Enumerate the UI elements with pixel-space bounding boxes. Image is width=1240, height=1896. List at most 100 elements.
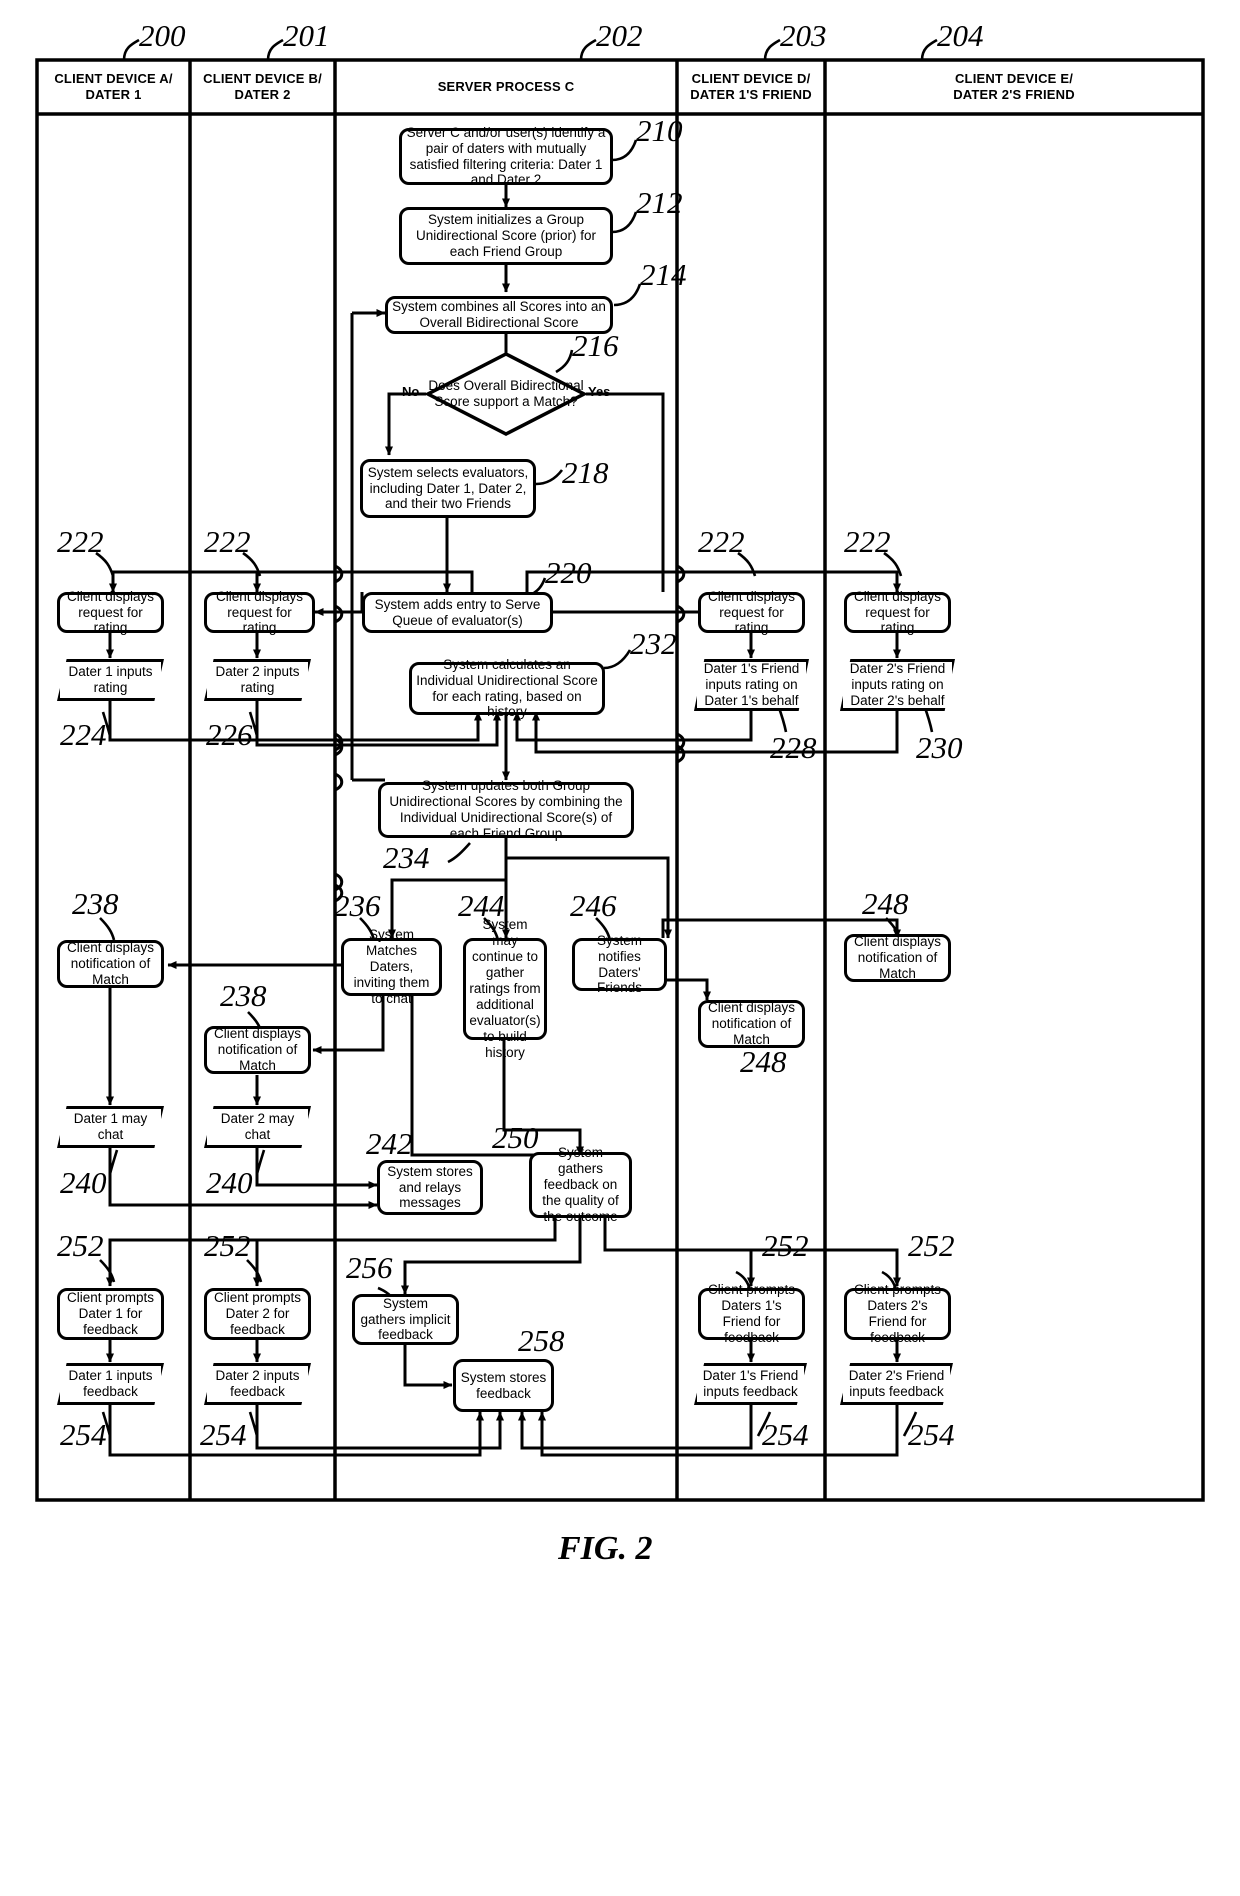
node-252-client-d-prompt-feedback: Client prompts Daters 1's Friend for fee…: [698, 1282, 805, 1345]
node-text: System stores feedback: [460, 1369, 547, 1401]
figure-caption: FIG. 2: [558, 1530, 653, 1567]
column-title: SERVER PROCESS C: [437, 78, 575, 94]
ref-240-a: 240: [60, 1165, 107, 1200]
ref-228: 228: [770, 730, 817, 765]
node-text: Client displays request for rating: [707, 588, 796, 636]
node-text: Client displays notification of Match: [853, 934, 942, 981]
ref-254-d: 254: [762, 1417, 809, 1452]
ref-242: 242: [366, 1126, 413, 1161]
node-238-client-b-match-notification: Client displays notification of Match: [204, 1026, 311, 1074]
node-text: Dater 1 may chat: [73, 1111, 148, 1142]
ref-246: 246: [570, 888, 617, 923]
node-text: Dater 1 inputs feedback: [68, 1368, 153, 1399]
node-text: System adds entry to Serve Queue of eval…: [374, 596, 541, 628]
node-text: Client prompts Daters 1's Friend for fee…: [707, 1282, 796, 1345]
ref-203: 203: [780, 18, 827, 53]
node-text: Client displays request for rating: [853, 588, 942, 636]
ref-218: 218: [562, 455, 609, 490]
ref-200: 200: [139, 18, 186, 53]
node-250-gather-feedback: System gathers feedback on the quality o…: [529, 1145, 632, 1224]
node-text: Client displays notification of Match: [66, 940, 155, 987]
ref-226: 226: [206, 717, 253, 752]
node-226-dater2-inputs-rating: Dater 2 inputs rating: [204, 659, 311, 701]
ref-252-a: 252: [57, 1228, 104, 1263]
ref-201: 201: [283, 18, 330, 53]
ref-210: 210: [636, 113, 683, 148]
node-254-dater1-inputs-feedback: Dater 1 inputs feedback: [57, 1363, 164, 1405]
node-text: System stores and relays messages: [387, 1163, 473, 1211]
node-256-implicit-feedback: System gathers implicit feedback: [352, 1294, 459, 1345]
node-text: Client displays notification of Match: [707, 1000, 796, 1047]
node-text: Dater 2 inputs rating: [215, 664, 300, 695]
column-header-server-c: SERVER PROCESS C: [335, 60, 677, 114]
ref-252-b: 252: [204, 1228, 251, 1263]
ref-222-a: 222: [57, 524, 104, 559]
node-252-client-e-prompt-feedback: Client prompts Daters 2's Friend for fee…: [844, 1282, 951, 1345]
ref-254-b: 254: [200, 1417, 247, 1452]
ref-232: 232: [630, 626, 677, 661]
node-222-client-a-request-rating: Client displays request for rating: [57, 589, 164, 635]
node-240-dater2-may-chat: Dater 2 may chat: [204, 1106, 311, 1148]
ref-252-e: 252: [908, 1228, 955, 1263]
node-text: System notifies Daters' Friends: [596, 932, 642, 996]
node-238-client-a-match-notification: Client displays notification of Match: [57, 940, 164, 988]
node-234-update-group-scores: System updates both Group Unidirectional…: [378, 778, 634, 841]
node-224-dater1-inputs-rating: Dater 1 inputs rating: [57, 659, 164, 701]
ref-216: 216: [572, 328, 619, 363]
column-title: CLIENT DEVICE B/ DATER 2: [203, 70, 322, 102]
column-title: CLIENT DEVICE A/ DATER 1: [54, 70, 173, 102]
node-text: Client prompts Dater 1 for feedback: [66, 1290, 155, 1337]
ref-250: 250: [492, 1120, 539, 1155]
node-212-initialize-group-score: System initializes a Group Unidirectiona…: [399, 207, 613, 265]
column-header-client-a: CLIENT DEVICE A/ DATER 1: [37, 60, 190, 114]
node-text: System updates both Group Unidirectional…: [389, 778, 623, 841]
ref-254-e: 254: [908, 1417, 955, 1452]
ref-230: 230: [916, 730, 963, 765]
node-text: Client prompts Dater 2 for feedback: [213, 1290, 302, 1337]
node-254-friend1-inputs-feedback: Dater 1's Friend inputs feedback: [694, 1363, 807, 1405]
node-text: Client prompts Daters 2's Friend for fee…: [853, 1282, 942, 1345]
node-text: System calculates an Individual Unidirec…: [416, 656, 598, 720]
node-text: Client displays notification of Match: [213, 1026, 302, 1073]
node-text: Client displays request for rating: [215, 588, 304, 636]
column-title: CLIENT DEVICE D/ DATER 1'S FRIEND: [690, 70, 812, 102]
node-text: Dater 2's Friend inputs rating on Dater …: [849, 661, 946, 708]
ref-248-d: 248: [740, 1044, 787, 1079]
ref-244: 244: [458, 888, 505, 923]
ref-212: 212: [636, 185, 683, 220]
decision-label-no: No: [402, 384, 420, 399]
node-222-client-d-request-rating: Client displays request for rating: [698, 589, 805, 635]
node-text: System gathers implicit feedback: [360, 1295, 451, 1343]
node-254-friend2-inputs-feedback: Dater 2's Friend inputs feedback: [840, 1363, 953, 1405]
node-text: Dater 1's Friend inputs feedback: [702, 1368, 799, 1399]
node-258-store-feedback: System stores feedback: [453, 1359, 554, 1412]
ref-236: 236: [334, 888, 381, 923]
ref-222-e: 222: [844, 524, 891, 559]
column-header-client-e: CLIENT DEVICE E/ DATER 2'S FRIEND: [825, 60, 1203, 114]
ref-234: 234: [383, 840, 430, 875]
node-text: Dater 1's Friend inputs rating on Dater …: [703, 661, 800, 708]
node-236-match-daters: System Matches Daters, inviting them to …: [341, 927, 442, 1006]
decision-label-yes: Yes: [588, 384, 611, 399]
node-text: Client displays request for rating: [66, 588, 155, 636]
node-text: System initializes a Group Unidirectiona…: [415, 212, 597, 259]
ref-224: 224: [60, 717, 107, 752]
ref-248-e: 248: [862, 886, 909, 921]
node-text: System may continue to gather ratings fr…: [469, 917, 541, 1060]
ref-256: 256: [346, 1250, 393, 1285]
node-240-dater1-may-chat: Dater 1 may chat: [57, 1106, 164, 1148]
column-header-client-b: CLIENT DEVICE B/ DATER 2: [190, 60, 335, 114]
node-252-client-b-prompt-feedback: Client prompts Dater 2 for feedback: [204, 1288, 311, 1340]
ref-240-b: 240: [206, 1165, 253, 1200]
node-222-client-e-request-rating: Client displays request for rating: [844, 589, 951, 635]
node-text: Dater 2 inputs feedback: [215, 1368, 300, 1399]
node-text: System gathers feedback on the quality o…: [542, 1145, 619, 1224]
node-text: Dater 2's Friend inputs feedback: [848, 1368, 945, 1399]
node-text: Dater 1 inputs rating: [68, 664, 153, 695]
figure-2-flowchart: CLIENT DEVICE A/ DATER 1 CLIENT DEVICE B…: [0, 0, 1240, 1896]
node-220-serve-queue: System adds entry to Serve Queue of eval…: [362, 592, 553, 633]
node-228-friend1-inputs-rating: Dater 1's Friend inputs rating on Dater …: [694, 659, 809, 711]
ref-222-b: 222: [204, 524, 251, 559]
ref-258: 258: [518, 1323, 565, 1358]
ref-222-d: 222: [698, 524, 745, 559]
